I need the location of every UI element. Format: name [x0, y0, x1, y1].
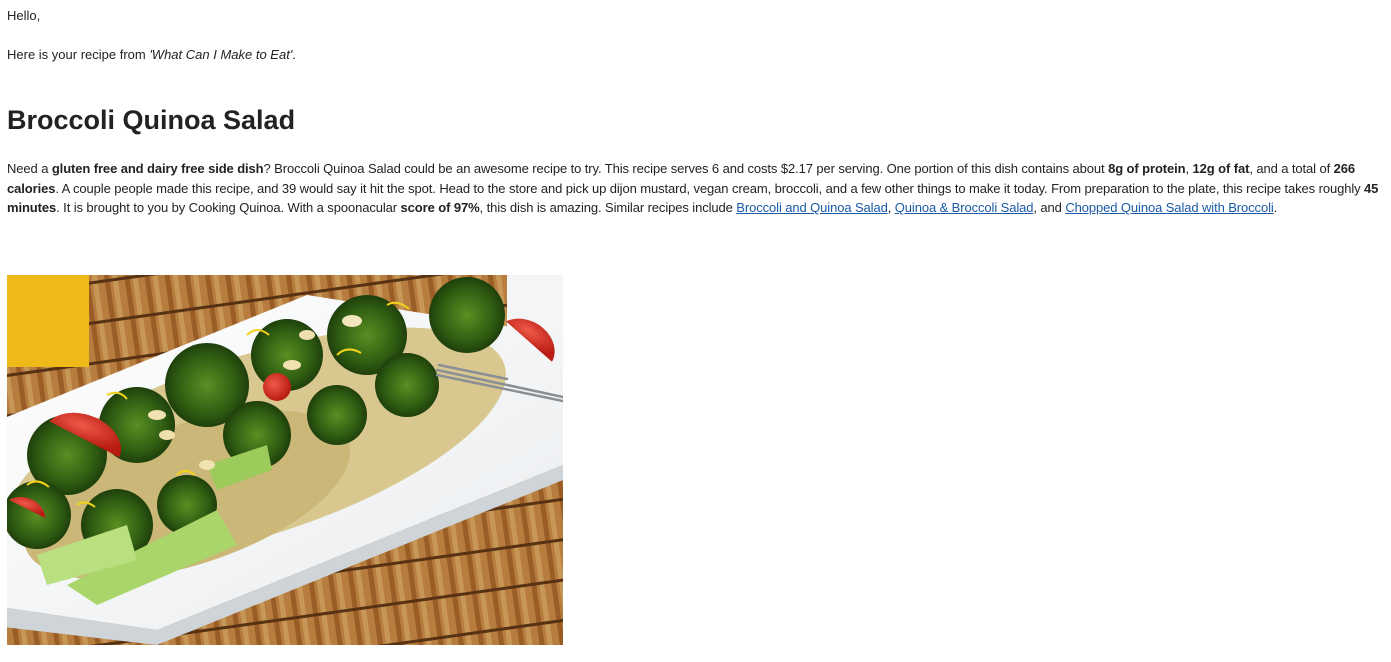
- intro-suffix: .: [292, 47, 296, 62]
- desc-highlight-fat: 12g of fat: [1192, 161, 1250, 176]
- desc-highlight-diet: gluten free and dairy free side dish: [51, 161, 264, 176]
- desc-text: , this dish is amazing. Similar recipes …: [479, 200, 737, 215]
- recipe-title: Broccoli Quinoa Salad: [7, 105, 296, 135]
- intro-text: Here is your recipe from 'What Can I Mak…: [7, 47, 296, 63]
- desc-text: , and a total of: [1249, 161, 1334, 176]
- desc-highlight-score: score of 97%: [400, 200, 480, 215]
- similar-recipe-link-2[interactable]: Quinoa & Broccoli Salad: [895, 200, 1034, 215]
- desc-text: Need a: [7, 161, 52, 176]
- desc-text: ,: [1185, 161, 1193, 176]
- greeting-text: Hello,: [7, 8, 41, 23]
- desc-text: . A couple people made this recipe, and …: [55, 180, 1365, 196]
- similar-recipe-link-3[interactable]: Chopped Quinoa Salad with Broccoli: [1065, 200, 1273, 215]
- intro-prefix: Here is your recipe from: [7, 47, 150, 62]
- desc-text: .: [1273, 200, 1278, 215]
- intro-source: 'What Can I Make to Eat': [149, 47, 293, 62]
- desc-text: , and: [1033, 200, 1066, 215]
- desc-text: . It is brought to you by Cooking Quinoa…: [56, 200, 401, 215]
- similar-recipe-link-1[interactable]: Broccoli and Quinoa Salad: [736, 200, 888, 215]
- desc-highlight-protein: 8g of protein: [1108, 161, 1186, 176]
- recipe-description: Need a gluten free and dairy free side d…: [7, 159, 1389, 218]
- desc-text: ,: [887, 200, 895, 215]
- recipe-photo: [7, 275, 563, 645]
- desc-text: ? Broccoli Quinoa Salad could be an awes…: [263, 161, 1109, 176]
